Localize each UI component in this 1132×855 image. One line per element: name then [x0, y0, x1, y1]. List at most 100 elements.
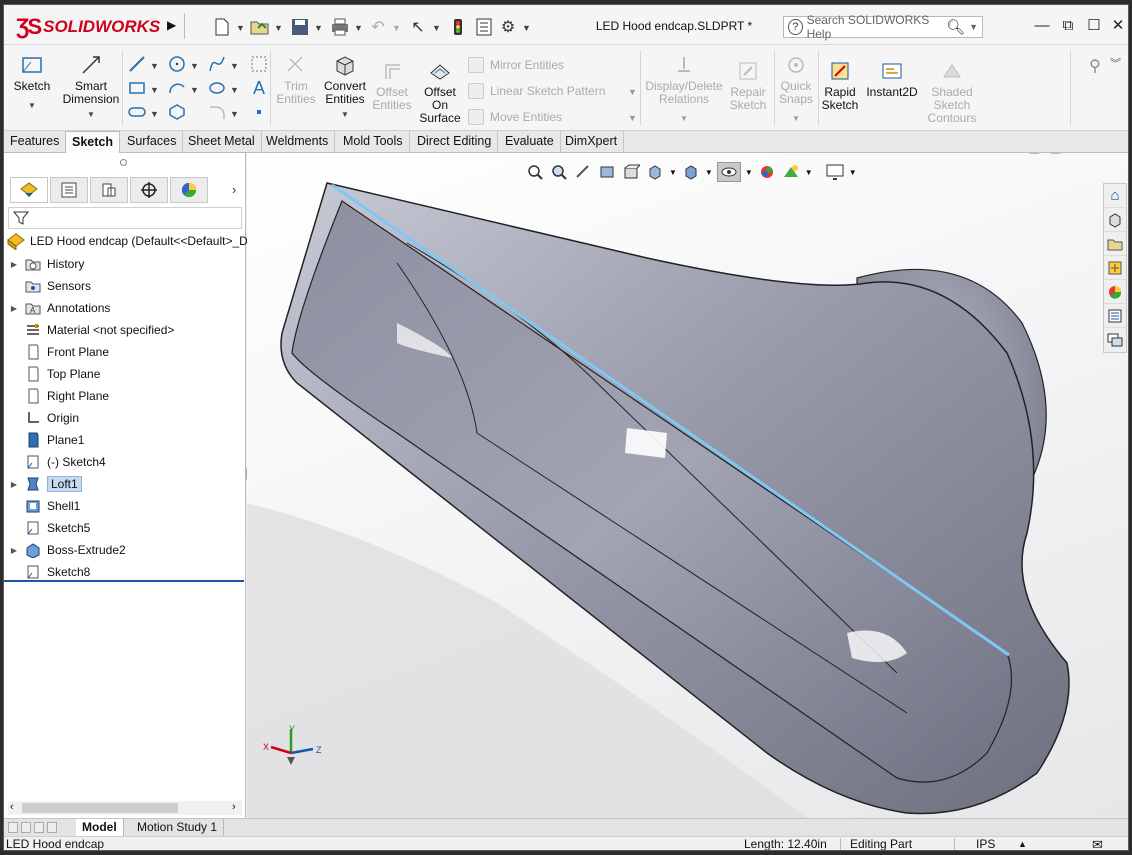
zoom-to-area-icon[interactable]: [549, 162, 569, 182]
chevron-up-icon[interactable]: ▲: [1018, 837, 1027, 850]
chevron-down-icon[interactable]: ▼: [628, 87, 637, 97]
polygon-icon[interactable]: [166, 101, 188, 123]
rebuild-message-icon[interactable]: ✉: [1092, 837, 1103, 850]
property-manager-tab-icon[interactable]: [50, 177, 88, 203]
chevron-down-icon[interactable]: ▼: [190, 85, 199, 95]
print-icon[interactable]: [330, 17, 350, 37]
chevron-down-icon[interactable]: ▼: [849, 168, 857, 177]
tab-mold-tools[interactable]: Mold Tools: [337, 131, 410, 153]
first-tab-icon[interactable]: [8, 822, 18, 833]
chevron-down-icon[interactable]: ▼: [230, 109, 239, 119]
offset-on-surface-button[interactable]: Offset On Surface: [418, 59, 462, 125]
chevron-down-icon[interactable]: ▼: [776, 112, 816, 125]
hide-show-items-icon[interactable]: [716, 162, 741, 182]
last-tab-icon[interactable]: [47, 822, 57, 833]
section-view-icon[interactable]: [597, 162, 617, 182]
panel-horizontal-scrollbar[interactable]: ‹ ›: [8, 801, 242, 815]
select-cursor-icon[interactable]: ↖: [408, 17, 428, 37]
chevron-down-icon[interactable]: ▼: [150, 109, 159, 119]
chevron-down-icon[interactable]: ▼: [150, 61, 159, 71]
construction-geometry-icon[interactable]: [248, 53, 270, 75]
repair-sketch-button[interactable]: Repair Sketch: [726, 59, 770, 112]
line-icon[interactable]: [126, 53, 148, 75]
dynamic-annotation-icon[interactable]: [621, 162, 641, 182]
point-icon[interactable]: [248, 101, 270, 123]
chevron-down-icon[interactable]: ▼: [969, 22, 982, 32]
view-orientation-icon[interactable]: [645, 162, 665, 182]
rollback-bar[interactable]: [4, 580, 244, 582]
tab-weldments[interactable]: Weldments: [260, 131, 336, 153]
custom-properties-icon[interactable]: [1104, 304, 1126, 328]
chevron-down-icon[interactable]: ▼: [236, 23, 245, 33]
view-settings-icon[interactable]: [825, 162, 845, 182]
expand-menu-icon[interactable]: ▶: [167, 18, 176, 32]
chevron-down-icon[interactable]: ▼: [705, 168, 713, 177]
tree-item-shell1[interactable]: Shell1: [4, 495, 244, 517]
previous-view-icon[interactable]: [573, 162, 593, 182]
chevron-down-icon[interactable]: ▼: [320, 108, 370, 121]
chevron-down-icon[interactable]: ▼: [230, 61, 239, 71]
tree-root-part[interactable]: LED Hood endcap (Default<<Default>_D: [6, 231, 248, 251]
expand-arrow-icon[interactable]: ▶: [4, 480, 24, 489]
apply-scene-icon[interactable]: [781, 162, 801, 182]
chevron-down-icon[interactable]: ▼: [669, 168, 677, 177]
home-icon[interactable]: ⌂: [1104, 184, 1126, 208]
edit-appearance-icon[interactable]: [757, 162, 777, 182]
fillet-icon[interactable]: [206, 101, 228, 123]
display-style-icon[interactable]: [681, 162, 701, 182]
view-palette-icon[interactable]: [1104, 256, 1126, 280]
tree-item-front-plane[interactable]: Front Plane: [4, 341, 244, 363]
open-folder-icon[interactable]: [250, 17, 270, 37]
text-icon[interactable]: A: [248, 77, 270, 99]
display-manager-tab-icon[interactable]: [170, 177, 208, 203]
chevron-down-icon[interactable]: ▼: [314, 23, 323, 33]
linear-sketch-pattern-button[interactable]: Linear Sketch Pattern: [468, 83, 605, 99]
tab-dimxpert[interactable]: DimXpert: [559, 131, 625, 153]
expand-arrow-icon[interactable]: ▶: [4, 260, 24, 269]
smart-dimension-button[interactable]: Smart Dimension ▼: [58, 53, 124, 121]
search-help-input[interactable]: Search SOLIDWORKS Help: [807, 13, 942, 41]
tab-surfaces[interactable]: Surfaces: [121, 131, 184, 153]
zoom-to-fit-icon[interactable]: [525, 162, 545, 182]
chevron-down-icon[interactable]: ▼: [12, 99, 52, 112]
chevron-down-icon[interactable]: ▼: [354, 23, 363, 33]
collapse-ribbon-icon[interactable]: ︾: [1110, 55, 1121, 71]
minimize-view-icon[interactable]: —: [1071, 153, 1083, 156]
3d-model-view[interactable]: [247, 153, 1129, 818]
dimxpert-manager-tab-icon[interactable]: [130, 177, 168, 203]
tab-sketch[interactable]: Sketch: [65, 131, 120, 153]
configuration-manager-tab-icon[interactable]: [90, 177, 128, 203]
sketch-button[interactable]: Sketch ▼: [12, 53, 52, 112]
close-view-icon[interactable]: ✕: [1112, 153, 1122, 156]
expand-arrow-icon[interactable]: ▶: [4, 546, 24, 555]
tree-filter[interactable]: [8, 207, 242, 229]
tree-item-annotations[interactable]: ▶ A Annotations: [4, 297, 244, 319]
rapid-sketch-button[interactable]: Rapid Sketch: [820, 59, 860, 112]
unit-system-selector[interactable]: IPS: [976, 837, 995, 850]
tab-sheet-metal[interactable]: Sheet Metal: [182, 131, 262, 153]
chevron-down-icon[interactable]: ▼: [150, 85, 159, 95]
display-delete-relations-button[interactable]: Display/Delete Relations ▼: [644, 53, 724, 125]
tab-model[interactable]: Model: [76, 819, 124, 837]
quick-snaps-button[interactable]: Quick Snaps ▼: [776, 53, 816, 125]
tree-item-right-plane[interactable]: Right Plane: [4, 385, 244, 407]
restore-right-icon[interactable]: ◨: [1050, 153, 1061, 156]
trim-entities-button[interactable]: Trim Entities: [274, 53, 318, 106]
minimize-button[interactable]: —: [1032, 17, 1052, 35]
save-icon[interactable]: [290, 17, 310, 37]
ellipse-icon[interactable]: [206, 77, 228, 99]
chevron-down-icon[interactable]: ▼: [392, 23, 401, 33]
spline-icon[interactable]: [206, 53, 228, 75]
move-entities-button[interactable]: Move Entities: [468, 109, 562, 125]
chevron-right-icon[interactable]: ›: [232, 182, 236, 197]
offset-entities-button[interactable]: Offset Entities: [370, 59, 414, 112]
tab-direct-editing[interactable]: Direct Editing: [411, 131, 499, 153]
options-gear-icon[interactable]: ⚙: [498, 17, 518, 37]
restore-left-icon[interactable]: ◧: [1029, 153, 1040, 156]
shaded-sketch-contours-button[interactable]: Shaded Sketch Contours: [924, 59, 980, 125]
tree-item-top-plane[interactable]: Top Plane: [4, 363, 244, 385]
chevron-down-icon[interactable]: ▼: [230, 85, 239, 95]
file-explorer-icon[interactable]: [1104, 232, 1126, 256]
close-button[interactable]: ✕: [1108, 17, 1128, 35]
tree-item-history[interactable]: ▶ History: [4, 253, 244, 275]
